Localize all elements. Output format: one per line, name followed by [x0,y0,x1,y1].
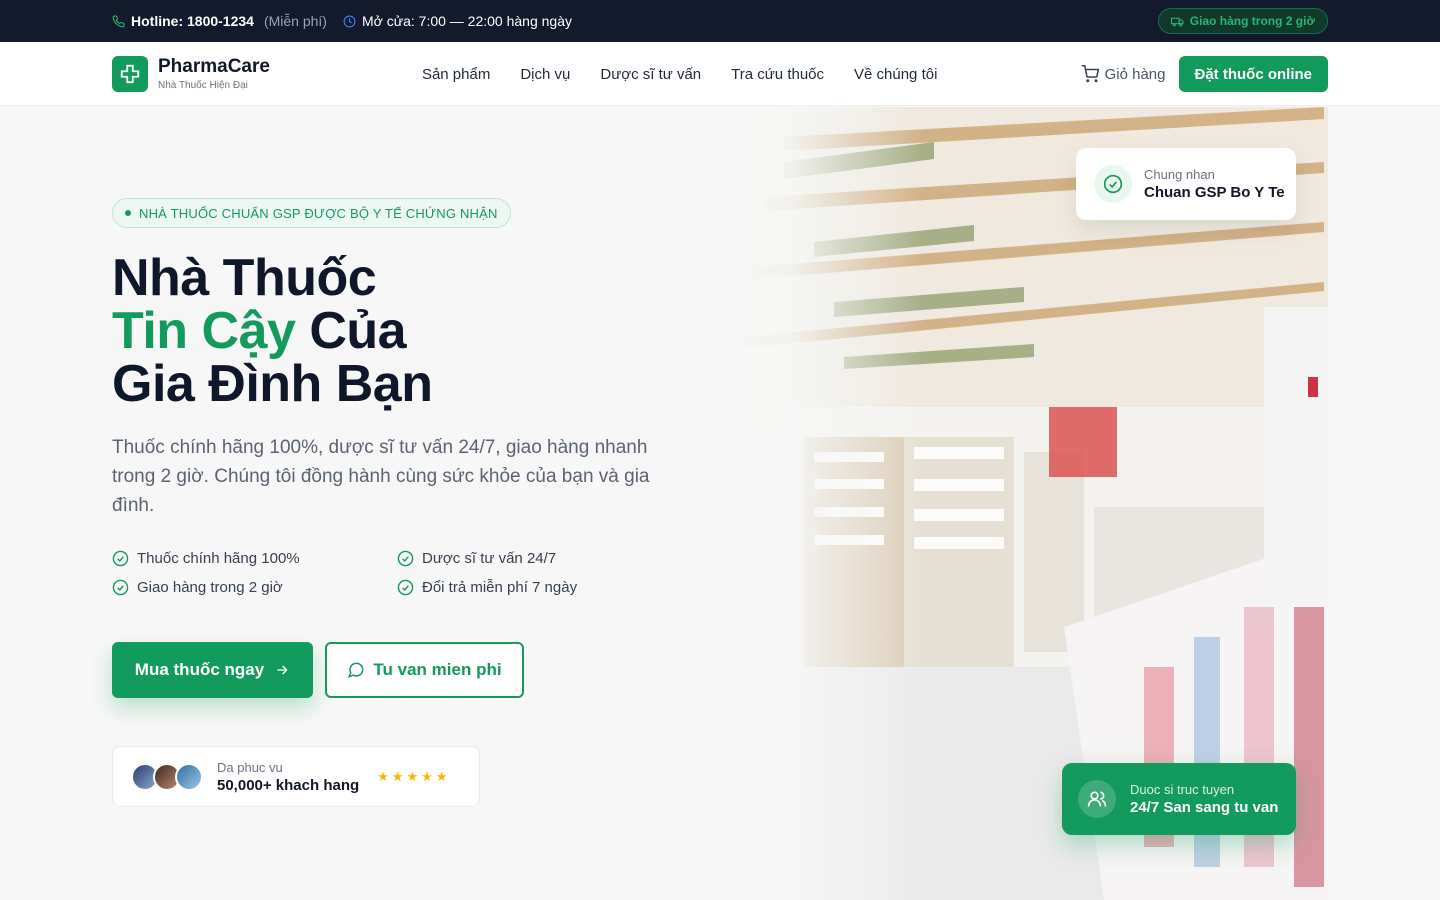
nav-item-drug-lookup[interactable]: Tra cứu thuốc [731,66,824,83]
main-nav: PharmaCare Nhà Thuốc Hiện Đại Sản phẩm D… [0,42,1440,106]
cart-label: Giỏ hàng [1104,65,1166,83]
check-circle-icon [1094,165,1132,203]
hero-lead: Thuốc chính hãng 100%, dược sĩ tư vấn 24… [112,437,650,516]
order-online-button[interactable]: Đặt thuốc online [1178,56,1328,92]
badge-dot [125,210,131,216]
users-icon [1078,780,1116,818]
pharmacist-title: 24/7 San sang tu van [1130,799,1279,816]
brand-logo[interactable]: PharmaCare Nhà Thuốc Hiện Đại [112,56,270,92]
buy-now-button[interactable]: Mua thuốc ngay [112,642,313,698]
feature-list: Thuốc chính hãng 100% Dược sĩ tư vấn 24/… [112,550,632,596]
nav-item-about[interactable]: Về chúng tôi [854,66,937,83]
cart-link[interactable]: Giỏ hàng [1081,65,1166,83]
opening-hours: Mở cửa: 7:00 — 22:00 hàng ngày [343,13,572,29]
buy-now-label: Mua thuốc ngay [134,660,265,679]
top-bar: Hotline: 1800-1234 (Miễn phí) Mở cửa: 7:… [0,0,1440,42]
free-consult-button[interactable]: Tu van mien phi [325,642,524,698]
feature-label: Đổi trả miễn phí 7 ngày [422,579,578,596]
customers-caption: Da phuc vu [217,759,283,775]
customer-avatars [131,762,203,791]
feature-item: Dược sĩ tư vấn 24/7 [397,550,632,567]
medical-cross-icon [112,56,148,92]
feature-label: Thuốc chính hãng 100% [137,550,300,567]
cart-icon [1081,65,1099,83]
nav-item-pharmacist[interactable]: Dược sĩ tư vấn [600,66,701,83]
nav-item-products[interactable]: Sản phẩm [422,66,490,83]
customers-count: 50,000+ khach hang [217,776,360,794]
feature-item: Đổi trả miễn phí 7 ngày [397,579,632,596]
hotline[interactable]: Hotline: 1800-1234 [112,13,254,29]
hero-headline: Nhà Thuốc Tin Cậy Của Gia Đình Bạn [112,249,433,413]
headline-highlight: Tin Cậy [112,302,296,360]
opening-hours-text: Mở cửa: 7:00 — 22:00 hàng ngày [361,13,572,29]
feature-item: Thuốc chính hãng 100% [112,550,397,567]
online-pharmacist-card[interactable]: Duoc si truc tuyen 24/7 San sang tu van [1062,763,1296,835]
rating-stars: ★★★★★ [377,768,451,784]
gsp-title: Chuan GSP Bo Y Te [1144,184,1285,201]
nav-menu: Sản phẩm Dịch vụ Dược sĩ tư vấn Tra cứu … [422,66,967,83]
truck-icon [1170,17,1184,26]
pharmacist-caption: Duoc si truc tuyen [1130,782,1235,797]
phone-icon [112,15,125,27]
gsp-caption: Chung nhan [1144,167,1215,182]
check-circle-icon [397,579,414,596]
headline-line2-rest: Của [295,302,407,360]
arrow-right-icon [277,665,288,675]
feature-label: Dược sĩ tư vấn 24/7 [422,550,557,567]
check-circle-icon [397,550,414,567]
check-circle-icon [112,579,129,596]
feature-label: Giao hàng trong 2 giờ [137,579,283,596]
image-fade [724,107,924,900]
delivery-pill: Giao hàng trong 2 giờ [1157,8,1328,34]
delivery-pill-text: Giao hàng trong 2 giờ [1189,14,1315,28]
hotline-text: Hotline: 1800-1234 [131,13,254,29]
brand-tagline: Nhà Thuốc Hiện Đại [158,80,248,91]
gsp-certification-card: Chung nhan Chuan GSP Bo Y Te [1076,148,1296,220]
hotline-free-note: (Miễn phí) [263,13,327,29]
clock-icon [343,15,356,27]
chat-bubble-icon [348,662,364,679]
headline-line3: Gia Đình Bạn [112,355,433,413]
avatar [175,762,203,791]
customers-served-box: Da phuc vu 50,000+ khach hang ★★★★★ [112,746,480,807]
badge-text: NHÀ THUỐC CHUẨN GSP ĐƯỢC BỘ Y TẾ CHỨNG N… [139,205,498,221]
feature-item: Giao hàng trong 2 giờ [112,579,397,596]
gsp-certified-badge: NHÀ THUỐC CHUẨN GSP ĐƯỢC BỘ Y TẾ CHỨNG N… [112,198,511,228]
brand-name: PharmaCare [158,56,270,77]
nav-item-services[interactable]: Dịch vụ [520,66,570,83]
headline-line1: Nhà Thuốc [112,249,377,307]
free-consult-label: Tu van mien phi [373,660,502,679]
check-circle-icon [112,550,129,567]
